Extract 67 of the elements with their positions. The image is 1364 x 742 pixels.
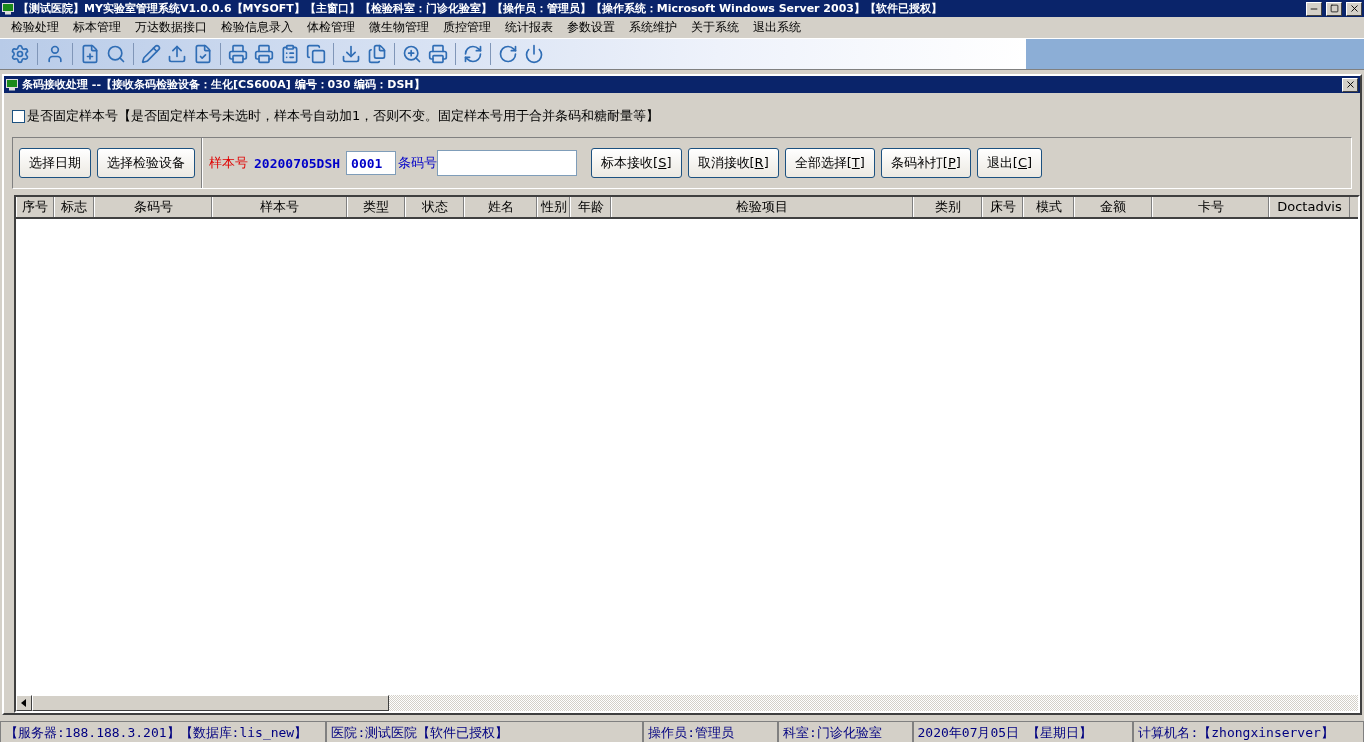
barcode-label: 条码号 <box>398 154 438 172</box>
column-header[interactable]: 金额 <box>1074 197 1152 217</box>
column-header[interactable]: 类型 <box>347 197 405 217</box>
column-header[interactable]: 检验项目 <box>611 197 913 217</box>
menu-item[interactable]: 检验处理 <box>4 19 66 36</box>
menu-item[interactable]: 参数设置 <box>560 19 622 36</box>
printer-button[interactable] <box>226 42 250 66</box>
menu-item[interactable]: 标本管理 <box>66 19 128 36</box>
column-header[interactable]: 卡号 <box>1152 197 1269 217</box>
printer-button[interactable] <box>252 42 276 66</box>
window-title: 【测试医院】MY实验室管理系统V1.0.0.6【MYSOFT】【主窗口】【检验科室：门诊化验室】【操作员：管理员】【操作系统：Microsoft Windows Server 2003】【软件已授权】 <box>18 1 943 16</box>
app-icon <box>6 78 18 91</box>
close-icon <box>1344 79 1356 90</box>
action-button[interactable]: 标本接收[S] <box>591 148 682 178</box>
action-button[interactable]: 取消接收[R] <box>687 148 779 178</box>
column-header[interactable]: 样本号 <box>212 197 347 217</box>
menu-item[interactable]: 万达数据接口 <box>128 19 214 36</box>
select-button[interactable]: 选择检验设备 <box>97 148 195 178</box>
child-window-title: 条码接收处理 --【接收条码检验设备：生化[CS600A] 编号：030 编码：DSH】 <box>22 77 426 92</box>
menu-item[interactable]: 退出系统 <box>746 19 808 36</box>
minimize-button[interactable] <box>1306 1 1322 16</box>
sample-prefix: 20200705DSH <box>254 155 341 171</box>
menu-item[interactable]: 检验信息录入 <box>214 19 300 36</box>
column-header[interactable]: 床号 <box>982 197 1023 217</box>
barcode-field[interactable] <box>437 150 578 176</box>
close-button[interactable] <box>1342 77 1358 92</box>
scrollbar-thumb[interactable] <box>32 695 389 711</box>
column-header[interactable]: 姓名 <box>464 197 537 217</box>
sample-label: 样本号 <box>209 154 248 172</box>
select-button[interactable]: 选择日期 <box>19 148 91 178</box>
status-text: 2020年07月05日 【星期日】 <box>912 722 1134 742</box>
menu-item[interactable]: 微生物管理 <box>362 19 436 36</box>
status-text: 【服务器:188.188.3.201】【数据库:lis_new】 <box>0 722 327 742</box>
action-button[interactable]: 退出[C] <box>976 148 1043 178</box>
column-header[interactable]: 性别 <box>537 197 570 217</box>
status-text: 计算机名:【zhongxinserver】 <box>1133 722 1364 742</box>
left-arrow-icon <box>21 699 27 707</box>
action-button[interactable]: 全部选择[T] <box>784 148 875 178</box>
column-header[interactable]: 年龄 <box>570 197 611 217</box>
status-text: 科室:门诊化验室 <box>777 722 913 742</box>
column-header[interactable]: 条码号 <box>94 197 212 217</box>
menu-item[interactable]: 系统维护 <box>622 19 684 36</box>
checkbox[interactable] <box>12 109 25 123</box>
close-button[interactable] <box>1346 1 1362 16</box>
sample-number-field[interactable]: 0001 <box>346 151 397 175</box>
menu-item[interactable]: 质控管理 <box>436 19 498 36</box>
menu-item[interactable]: 统计报表 <box>498 19 560 36</box>
scroll-left-button[interactable] <box>16 695 32 711</box>
restore-button[interactable] <box>1326 1 1342 16</box>
status-text: 医院:测试医院【软件已授权】 <box>326 722 644 742</box>
app-icon <box>2 2 14 15</box>
column-header[interactable]: 模式 <box>1023 197 1074 217</box>
close-icon <box>1348 3 1360 14</box>
column-header[interactable]: 序号 <box>16 197 54 217</box>
copy-button[interactable] <box>304 42 328 66</box>
action-button[interactable]: 条码补打[P] <box>880 148 971 178</box>
column-header[interactable]: 标志 <box>54 197 94 217</box>
menu-item[interactable]: 体检管理 <box>300 19 362 36</box>
pencil-button[interactable] <box>139 42 163 66</box>
restore-icon <box>1329 4 1339 13</box>
checkbox-label: 是否固定样本号【是否固定样本号未选时，样本号自动加1，否则不变。固定样本号用于合并条码和糖耐量等】 <box>27 107 660 125</box>
column-header[interactable]: 类别 <box>913 197 982 217</box>
column-header[interactable]: 状态 <box>405 197 464 217</box>
column-header[interactable]: Doctadvis <box>1269 197 1350 217</box>
status-text: 操作员:管理员 <box>643 722 778 742</box>
printer-button[interactable] <box>426 42 450 66</box>
menu-item[interactable]: 关于系统 <box>684 19 746 36</box>
